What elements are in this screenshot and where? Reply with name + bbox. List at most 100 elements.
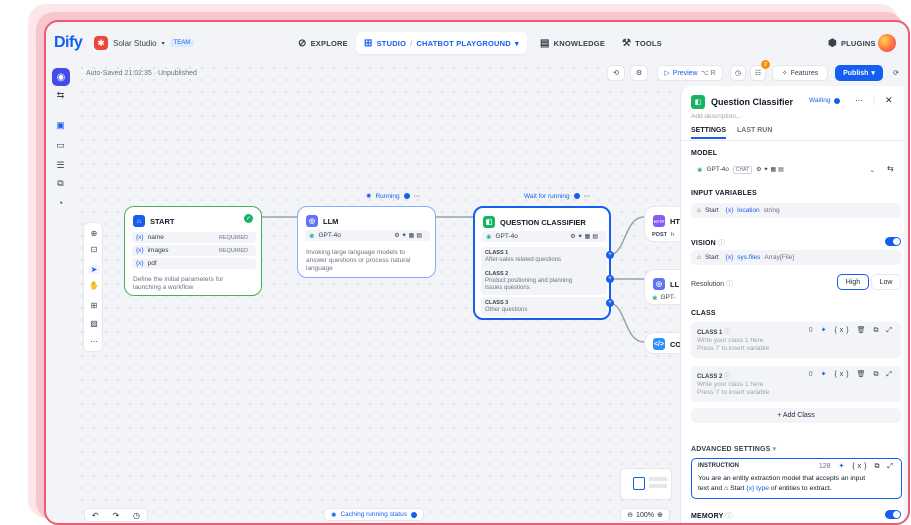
- edge-class1-http: [608, 216, 645, 256]
- http-url: h: [670, 231, 675, 238]
- close-icon[interactable]: ✕: [885, 95, 893, 106]
- zoom-in-icon[interactable]: ⊕: [657, 511, 663, 519]
- variable-icon[interactable]: {x}: [834, 327, 851, 334]
- copy-icon[interactable]: ⧉: [874, 463, 882, 470]
- zoom-out-icon[interactable]: ⊖: [627, 511, 633, 519]
- class-actions: 0 ✦ {x} 🗑 ⧉ ⤢: [809, 370, 895, 379]
- zoom-control[interactable]: ⊖ 100% ⊕: [620, 508, 670, 522]
- http-icon: HTTP: [653, 215, 665, 227]
- class-label: CLASS 2: [697, 374, 723, 380]
- memory-toggle[interactable]: [885, 510, 901, 519]
- instruction-var: type: [756, 485, 770, 492]
- class-2-editor[interactable]: CLASS 2 ⓘ 0 ✦ {x} 🗑 ⧉ ⤢ Write your class…: [691, 366, 901, 402]
- class-1-handle[interactable]: +: [606, 251, 614, 259]
- instruction-editor[interactable]: INSTRUCTION 128 ✦ {x} ⧉ ⤢ You are an ent…: [691, 458, 902, 499]
- variable-icon[interactable]: {x}: [834, 371, 851, 378]
- tab-settings[interactable]: SETTINGS: [691, 127, 727, 139]
- minimap-viewport[interactable]: [633, 477, 645, 490]
- desc-line: Invoking large language models to: [306, 249, 406, 256]
- start-var-row: {x} images REQUIRED: [132, 245, 256, 256]
- tab-divider: [681, 140, 904, 141]
- vision-label: VISION: [691, 240, 716, 247]
- expand-icon[interactable]: ⤢: [886, 371, 895, 378]
- resolution-high-button[interactable]: High: [837, 274, 869, 290]
- question-classifier-node[interactable]: ◧ QUESTION CLASSIFIER ❀ GPT-4o ⚙✦▦▤ CLAS…: [473, 206, 611, 320]
- vision-section-label: VISION ⓘ: [691, 238, 725, 248]
- start-var-row: {x} pdf: [132, 258, 256, 269]
- llm2-node-header: ◎ LL: [653, 278, 679, 290]
- copy-icon[interactable]: ⧉: [873, 371, 881, 378]
- minimap[interactable]: [620, 468, 672, 500]
- input-variable-field[interactable]: ⌂ Start {x} location string: [691, 203, 901, 218]
- class-1-editor[interactable]: CLASS 1 ⓘ 0 ✦ {x} 🗑 ⧉ ⤢ Write your class…: [691, 322, 901, 358]
- llm-status-label: Running: [375, 192, 400, 200]
- more-icon[interactable]: ⋯: [855, 96, 863, 105]
- sparkle-icon[interactable]: ✦: [838, 463, 847, 470]
- classifier-icon: ◧: [691, 95, 705, 109]
- undo-icon[interactable]: ↶: [92, 511, 99, 520]
- brain-icon: ◎: [653, 278, 665, 290]
- resolution-low-button[interactable]: Low: [871, 274, 901, 290]
- llm-running-status: ✺ Running ⋯: [366, 192, 421, 201]
- expand-icon[interactable]: ⤢: [886, 327, 895, 334]
- openai-icon: ❀: [697, 166, 703, 174]
- add-class-button[interactable]: + Add Class: [691, 408, 901, 423]
- start-node[interactable]: ⌂ START ✓ {x} name REQUIRED {x} images R…: [124, 206, 262, 296]
- start-node-description: Define the initial parameters for launch…: [133, 276, 223, 292]
- success-check-icon: ✓: [244, 214, 253, 223]
- desc-line: language: [306, 265, 333, 272]
- start-var-row: {x} name REQUIRED: [132, 232, 256, 243]
- minimap-node: [649, 477, 667, 481]
- llm-node[interactable]: ◎ LLM ❀ GPT-4o ⚙✦▦▤ Invoking large langu…: [297, 206, 436, 278]
- placeholder-line: Press '/' to insert variable: [697, 345, 770, 352]
- class-actions: 0 ✦ {x} 🗑 ⧉ ⤢: [809, 326, 895, 335]
- trash-icon[interactable]: 🗑: [857, 327, 869, 334]
- caching-status-label: Caching running status: [340, 511, 407, 518]
- classifier-class-2: CLASS 2 Product positioning and planning…: [481, 268, 607, 295]
- code-node-header: </> CO: [653, 338, 681, 350]
- panel-status-label: Waiting: [809, 97, 831, 104]
- vision-toggle[interactable]: [885, 237, 901, 246]
- start-node-title: START: [150, 216, 175, 226]
- info-icon: ⓘ: [726, 281, 734, 288]
- status-dot: [403, 193, 410, 199]
- class-label: CLASS 1: [697, 330, 723, 336]
- panel-header: ◧ Question Classifier: [691, 95, 793, 109]
- classifier-wait-status: Wait for running ⋯: [524, 192, 591, 201]
- advanced-settings-toggle[interactable]: ADVANCED SETTINGS ▾: [691, 445, 776, 453]
- zoom-level: 100%: [636, 511, 654, 519]
- class-2-handle[interactable]: +: [606, 275, 614, 283]
- panel-title: Question Classifier: [711, 97, 794, 107]
- model-params-icon[interactable]: ⇆: [887, 164, 894, 173]
- model-selector[interactable]: ❀ GPT-4o CHAT ⚙✦▦▤ ⌄: [691, 162, 881, 177]
- instruction-node: Start: [730, 485, 745, 492]
- trash-icon[interactable]: 🗑: [857, 371, 869, 378]
- spinner-icon: ✺: [331, 511, 337, 519]
- placeholder-line: Write your class 1 here: [697, 337, 764, 344]
- sparkle-icon[interactable]: ✦: [821, 371, 830, 378]
- description-input[interactable]: Add description...: [691, 113, 741, 120]
- home-icon: ⌂: [724, 485, 729, 492]
- capability-icons: ⚙✦▦▤: [570, 234, 600, 240]
- class-desc-line: Issues questions: [485, 285, 530, 291]
- var-name: pdf: [147, 260, 157, 267]
- more-icon[interactable]: ⋯: [414, 192, 421, 200]
- classifier-node-title: QUESTION CLASSIFIER: [500, 217, 586, 227]
- vision-variable-field[interactable]: ⌂ Start {x} sys.files Array[File]: [691, 250, 901, 265]
- panel-status: Waiting: [809, 97, 841, 104]
- instruction-actions: 128 ✦ {x} ⧉ ⤢: [819, 462, 896, 471]
- variable-icon[interactable]: {x}: [852, 463, 869, 470]
- vision-node-name: Start: [704, 254, 719, 261]
- info-icon: ⓘ: [724, 330, 731, 336]
- vision-var-type: Array[File]: [764, 254, 795, 261]
- sparkle-icon[interactable]: ✦: [821, 327, 830, 334]
- tab-last-run[interactable]: LAST RUN: [737, 127, 772, 134]
- classifier-icon: ◧: [483, 216, 495, 228]
- class-3-handle[interactable]: +: [606, 299, 614, 307]
- minimap-node: [649, 484, 667, 488]
- expand-icon[interactable]: ⤢: [887, 463, 896, 470]
- history-icon[interactable]: ◷: [133, 511, 140, 520]
- more-icon[interactable]: ⋯: [584, 192, 591, 200]
- copy-icon[interactable]: ⧉: [873, 327, 881, 334]
- redo-icon[interactable]: ↷: [112, 511, 119, 520]
